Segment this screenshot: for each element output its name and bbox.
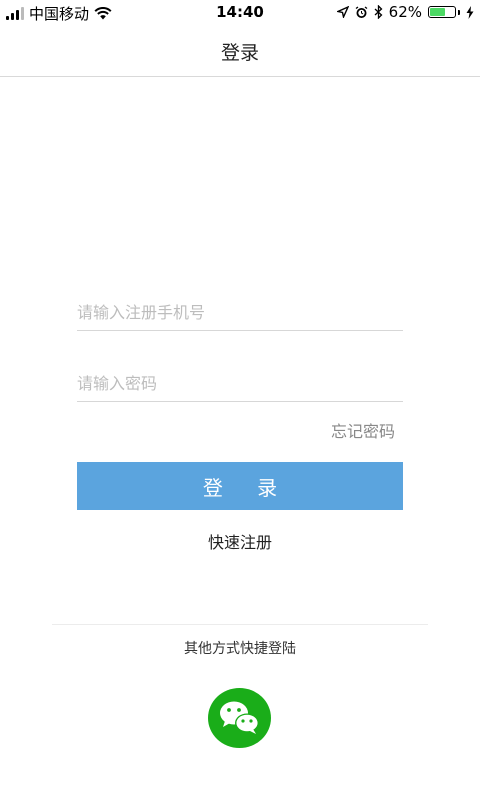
quick-register-link[interactable]: 快速注册 [0,529,480,553]
status-right: 62% [336,3,474,21]
wechat-login-button[interactable] [208,688,271,748]
password-field-container [77,366,403,402]
battery-icon [428,6,456,18]
battery-percent: 62% [388,3,422,21]
wechat-icon [219,701,259,734]
charging-icon [466,5,474,19]
other-login-label: 其他方式快捷登陆 [184,641,296,657]
status-bar: 中国移动 14:40 62% [0,0,480,26]
login-screen: 中国移动 14:40 62% 登录 请输入注册手机号 忘记密码 登 录 快速注册… [0,0,480,800]
phone-input[interactable] [77,295,403,329]
page-title: 登录 [220,42,259,64]
nav-bar: 登录 [0,26,480,77]
bluetooth-icon [374,5,383,19]
location-icon [336,6,349,18]
phone-field-container [77,295,403,331]
forgot-password-link[interactable]: 忘记密码 [331,418,395,442]
battery-cap [458,9,460,15]
password-input[interactable] [77,366,403,400]
alarm-icon [355,5,368,18]
divider [52,624,428,625]
login-button[interactable]: 登 录 [77,462,403,510]
